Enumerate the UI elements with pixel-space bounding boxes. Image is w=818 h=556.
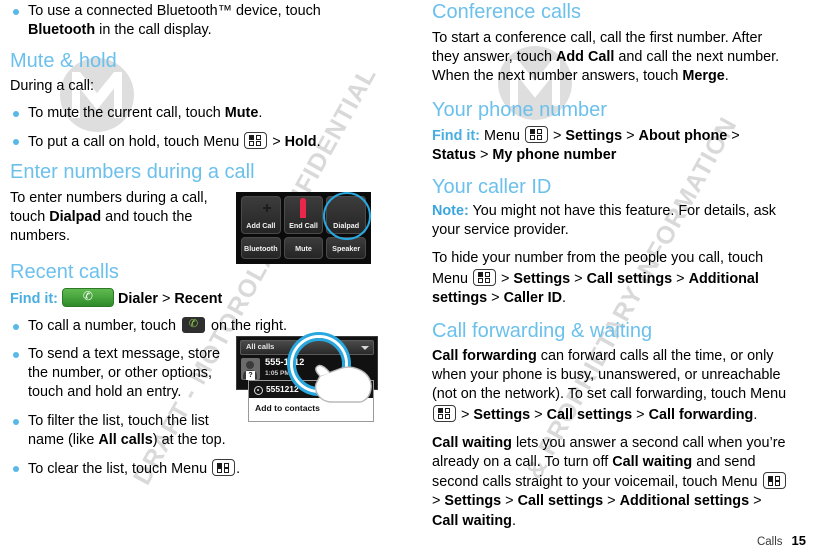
call-filter-label: All calls xyxy=(246,342,275,351)
section-heading-your-caller-id: Your caller ID xyxy=(432,176,552,199)
call-log-time: 1:05 PM xyxy=(265,370,290,377)
list-item: To clear the list, touch Menu . xyxy=(10,459,365,479)
context-menu-number: 5551212 xyxy=(266,384,299,394)
conference-paragraph: To start a conference call, call the fir… xyxy=(432,30,780,85)
call-waiting-paragraph: Call waiting lets you answer a second ca… xyxy=(432,434,786,529)
list-item: To send a text message, store the number… xyxy=(10,345,228,403)
mute-hold-intro: During a call: xyxy=(10,78,94,95)
end-call-label: End Call xyxy=(289,221,318,230)
end-call-icon xyxy=(285,198,323,218)
call-forwarding-paragraph: Call forwarding can forward calls all th… xyxy=(432,348,787,423)
section-heading-your-phone-number: Your phone number xyxy=(432,98,607,121)
end-call-button[interactable]: End Call xyxy=(283,196,324,234)
dialer-app-icon xyxy=(61,287,114,307)
mute-hold-bullet-list: To mute the current call, touch Mute. To… xyxy=(10,104,365,152)
footer-page-number: 15 xyxy=(791,533,806,548)
section-heading-conference-calls: Conference calls xyxy=(432,1,581,23)
dialpad-icon xyxy=(327,201,365,215)
bluetooth-button[interactable]: Bluetooth xyxy=(241,237,281,259)
mute-button[interactable]: Mute xyxy=(283,237,324,259)
list-item: To mute the current call, touch Mute. xyxy=(10,104,365,123)
find-it-label: Find it: xyxy=(432,127,480,144)
menu-key-icon xyxy=(212,459,236,477)
call-controls-grid: Add Call End Call Dialpad Bluetooth Mute… xyxy=(241,196,366,259)
find-it-recent-calls: Find it:Dialer > Recent xyxy=(10,287,365,309)
bullet-text: To filter the list, touch the list name … xyxy=(28,412,226,448)
manual-page: DRAFT - MOTOROLA CONFIDENTIAL & PROPRIET… xyxy=(0,0,818,556)
find-it-path: Dialer > Recent xyxy=(58,287,222,307)
right-column: Conference calls To start a conference c… xyxy=(432,0,787,531)
hand-pointer-icon xyxy=(314,364,372,403)
menu-item-add-to-contacts[interactable]: Add to contacts xyxy=(255,403,320,413)
add-call-button[interactable]: Add Call xyxy=(241,196,281,234)
dialpad-button[interactable]: Dialpad xyxy=(326,196,366,234)
caller-id-note: Note: You might not have this feature. F… xyxy=(432,202,787,240)
section-heading-call-forwarding-waiting: Call forwarding & waiting xyxy=(432,320,653,343)
caller-id-paragraph: To hide your number from the people you … xyxy=(432,250,764,306)
bullet-text: To send a text message, store the number… xyxy=(28,346,220,401)
note-text: You might not have this feature. For det… xyxy=(432,203,776,239)
menu-key-icon xyxy=(244,131,268,149)
list-item: To call a number, touch on the right. xyxy=(10,316,365,336)
bullet-text: To clear the list, touch Menu . xyxy=(28,459,241,478)
unknown-contact-badge: ? xyxy=(246,371,255,380)
note-label: Note: xyxy=(432,203,469,220)
chevron-down-icon xyxy=(361,346,369,350)
menu-key-icon xyxy=(762,472,786,490)
section-heading-recent-calls: Recent calls xyxy=(10,260,119,283)
list-item: To use a connected Bluetooth™ device, to… xyxy=(10,2,365,40)
enter-numbers-paragraph: To enter numbers during a call, touch Di… xyxy=(10,190,208,245)
figure-call-controls: Add Call End Call Dialpad Bluetooth Mute… xyxy=(236,192,371,264)
footer-chapter: Calls xyxy=(756,536,783,548)
bullet-text: To put a call on hold, touch Menu > Hold… xyxy=(28,131,321,150)
menu-key-icon xyxy=(524,125,548,143)
list-item: To put a call on hold, touch Menu > Hold… xyxy=(10,131,365,152)
add-call-label: Add Call xyxy=(246,221,276,230)
phone-handset-icon xyxy=(182,316,205,333)
section-heading-mute-hold: Mute & hold xyxy=(10,50,117,73)
speaker-label: Speaker xyxy=(332,244,361,253)
speaker-button[interactable]: Speaker xyxy=(326,237,366,259)
bullet-text: To use a connected Bluetooth™ device, to… xyxy=(28,3,321,39)
find-it-label: Find it: xyxy=(10,290,58,307)
bluetooth-label: Bluetooth xyxy=(244,244,278,253)
bluetooth-bullet-list: To use a connected Bluetooth™ device, to… xyxy=(10,2,365,40)
dialpad-label: Dialpad xyxy=(333,221,360,230)
find-it-phone-number: Find it: Menu > Settings > About phone >… xyxy=(432,125,787,165)
bullet-text: To mute the current call, touch Mute. xyxy=(28,104,263,121)
bullet-text: To call a number, touch on the right. xyxy=(28,316,287,334)
section-heading-enter-numbers: Enter numbers during a call xyxy=(10,161,255,184)
menu-key-icon xyxy=(433,404,456,422)
list-item: To filter the list, touch the list name … xyxy=(10,412,233,450)
plus-icon xyxy=(242,201,280,215)
mute-label: Mute xyxy=(295,244,312,253)
figure-recent-calls: All calls ? 555-1212 1:05 PM 5551212 Add… xyxy=(236,336,378,422)
menu-key-icon xyxy=(473,268,496,286)
page-footer: Calls 15 xyxy=(757,533,806,548)
call-record-icon xyxy=(254,386,263,395)
